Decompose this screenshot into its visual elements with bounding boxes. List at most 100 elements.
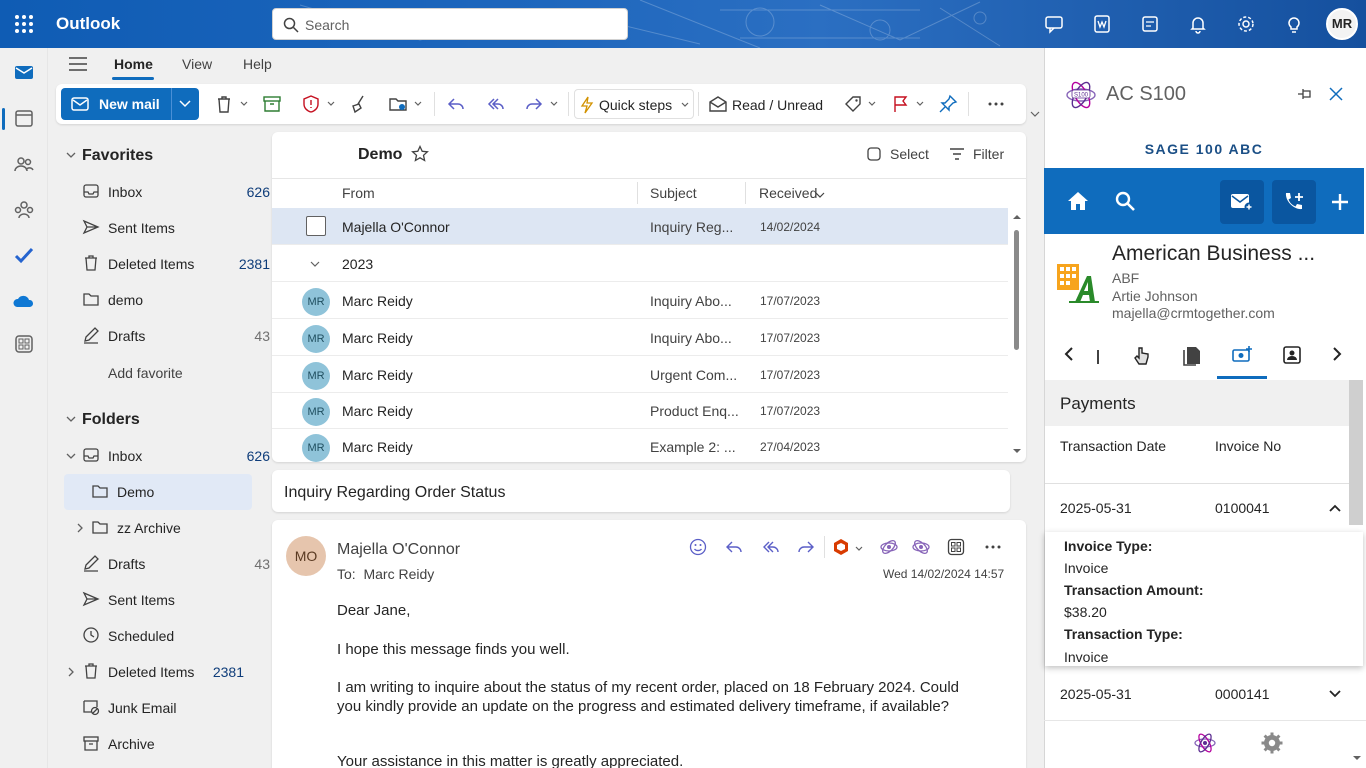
account-avatar[interactable]: MR bbox=[1326, 8, 1358, 40]
message-row[interactable]: MR Marc Reidy Inquiry Abo... 17/07/2023 bbox=[272, 319, 1008, 356]
tab-view[interactable]: View bbox=[182, 56, 212, 72]
tag-icon[interactable] bbox=[843, 94, 863, 114]
folder-item-sent[interactable]: Sent Items bbox=[82, 582, 270, 618]
onedrive-icon[interactable] bbox=[12, 290, 36, 314]
addin-settings-gear-icon[interactable] bbox=[1261, 732, 1283, 754]
tag-chevron-icon[interactable] bbox=[868, 100, 876, 108]
column-divider[interactable] bbox=[745, 182, 746, 204]
addin-chevron-icon[interactable] bbox=[855, 545, 863, 553]
add-favorite-link[interactable]: Add favorite bbox=[108, 365, 183, 381]
folder-item-archive[interactable]: Archive bbox=[82, 726, 270, 762]
column-header-subject[interactable]: Subject bbox=[650, 185, 697, 201]
favorite-item-drafts[interactable]: Drafts 43 bbox=[82, 318, 270, 354]
payments-tab-icon[interactable] bbox=[1231, 344, 1253, 366]
crm-addin-icon-alt[interactable] bbox=[911, 538, 931, 556]
column-header-received[interactable]: Received bbox=[759, 185, 817, 201]
search-box[interactable]: Search bbox=[272, 8, 628, 40]
call-action-button[interactable] bbox=[1272, 180, 1316, 224]
office-addin-icon[interactable] bbox=[832, 538, 850, 556]
message-list-scrollbar[interactable] bbox=[1014, 230, 1019, 350]
search-icon[interactable] bbox=[1114, 190, 1138, 212]
notes-icon[interactable] bbox=[1140, 14, 1160, 34]
company-name[interactable]: American Business ... bbox=[1112, 242, 1315, 266]
close-icon[interactable] bbox=[1328, 86, 1344, 102]
emoji-react-icon[interactable] bbox=[689, 538, 707, 556]
favorite-item-deleted[interactable]: Deleted Items 2381 bbox=[82, 246, 270, 282]
payment-record-collapsed[interactable]: 2025-05-31 0000141 bbox=[1045, 670, 1363, 718]
chevron-right-icon[interactable] bbox=[1331, 346, 1343, 362]
collapse-chevron-up-icon[interactable] bbox=[1329, 504, 1341, 512]
row-checkbox[interactable] bbox=[306, 216, 326, 236]
favorites-chevron-icon[interactable] bbox=[66, 151, 76, 159]
filter-icon[interactable] bbox=[949, 146, 965, 162]
zz-archive-expand-chevron-icon[interactable] bbox=[76, 523, 84, 533]
message-row[interactable]: MR Marc Reidy Example 2: ... 27/04/2023 bbox=[272, 428, 1008, 465]
message-row[interactable]: MR Marc Reidy Product Enq... 17/07/2023 bbox=[272, 392, 1008, 429]
tab-home[interactable]: Home bbox=[114, 56, 153, 72]
forward-icon[interactable] bbox=[797, 538, 815, 556]
move-chevron-icon[interactable] bbox=[414, 100, 422, 108]
folder-item-drafts[interactable]: Drafts 43 bbox=[82, 546, 270, 582]
favorites-header[interactable]: Favorites bbox=[82, 147, 153, 165]
sender-avatar[interactable]: MO bbox=[286, 536, 326, 576]
read-unread-button[interactable]: Read / Unread bbox=[732, 97, 823, 113]
delete-chevron-icon[interactable] bbox=[240, 100, 248, 108]
contact-name[interactable]: Artie Johnson bbox=[1112, 288, 1198, 304]
expand-chevron-down-icon[interactable] bbox=[1329, 690, 1341, 698]
select-icon[interactable] bbox=[866, 146, 882, 162]
payment-record-expanded[interactable]: 2025-05-31 0100041 bbox=[1045, 484, 1349, 532]
star-favorite-icon[interactable] bbox=[411, 145, 429, 163]
todo-icon[interactable] bbox=[12, 244, 36, 268]
archive-icon[interactable] bbox=[262, 94, 282, 114]
message-row[interactable]: MR Marc Reidy Inquiry Abo... 17/07/2023 bbox=[272, 282, 1008, 319]
word-icon[interactable] bbox=[1092, 14, 1112, 34]
forward-chevron-icon[interactable] bbox=[550, 100, 558, 108]
documents-icon[interactable] bbox=[1181, 344, 1203, 366]
reply-all-icon[interactable] bbox=[761, 538, 779, 556]
pin-icon[interactable] bbox=[938, 94, 958, 114]
scroll-up-arrow-icon[interactable] bbox=[1012, 213, 1022, 221]
filter-button[interactable]: Filter bbox=[973, 146, 1004, 162]
apps-icon[interactable] bbox=[947, 538, 965, 556]
quick-steps-button[interactable]: Quick steps bbox=[574, 89, 694, 119]
bell-icon[interactable] bbox=[1188, 14, 1208, 34]
flag-chevron-icon[interactable] bbox=[916, 100, 924, 108]
add-icon[interactable] bbox=[1330, 192, 1350, 212]
select-button[interactable]: Select bbox=[890, 146, 929, 162]
deleted-expand-chevron-icon[interactable] bbox=[67, 667, 75, 677]
favorite-item-sent[interactable]: Sent Items bbox=[82, 210, 270, 246]
calendar-icon[interactable] bbox=[12, 106, 36, 130]
sweep-broom-icon[interactable] bbox=[349, 94, 369, 114]
more-actions-icon[interactable] bbox=[984, 538, 1002, 556]
email-action-button[interactable] bbox=[1220, 180, 1264, 224]
touch-hand-icon[interactable] bbox=[1131, 344, 1151, 366]
move-to-folder-icon[interactable] bbox=[388, 94, 408, 114]
chevron-down-icon[interactable] bbox=[179, 100, 191, 108]
report-shield-icon[interactable] bbox=[301, 94, 321, 114]
folder-item-demo[interactable]: Demo bbox=[91, 474, 251, 510]
more-options-icon[interactable] bbox=[986, 94, 1006, 114]
contact-email[interactable]: majella@crmtogether.com bbox=[1112, 305, 1275, 321]
more-apps-icon[interactable] bbox=[12, 332, 36, 356]
reply-all-icon[interactable] bbox=[485, 94, 505, 114]
ribbon-expand-chevron-icon[interactable] bbox=[1030, 110, 1040, 118]
folder-item-scheduled[interactable]: Scheduled bbox=[82, 618, 270, 654]
inbox-expand-chevron-icon[interactable] bbox=[66, 452, 76, 460]
chat-icon[interactable] bbox=[1044, 14, 1064, 34]
crm-addin-icon[interactable] bbox=[879, 538, 899, 556]
message-row-selected[interactable]: Majella O'Connor Inquiry Reg... 14/02/20… bbox=[272, 208, 1008, 245]
favorite-item-demo[interactable]: demo bbox=[82, 282, 270, 318]
folder-item-deleted[interactable]: Deleted Items 2381 bbox=[82, 654, 244, 690]
forward-icon[interactable] bbox=[524, 94, 544, 114]
quick-steps-chevron-icon[interactable] bbox=[681, 101, 689, 109]
folder-item-zz-archive[interactable]: zz Archive bbox=[91, 510, 251, 546]
favorite-item-inbox[interactable]: Inbox 626 bbox=[82, 174, 270, 210]
flag-icon[interactable] bbox=[890, 94, 910, 114]
mail-icon[interactable] bbox=[12, 60, 36, 84]
people-icon[interactable] bbox=[12, 152, 36, 176]
groups-icon[interactable] bbox=[12, 198, 36, 222]
column-divider[interactable] bbox=[637, 182, 638, 204]
addin-scroll-down-arrow-icon[interactable] bbox=[1352, 754, 1362, 762]
pin-pane-icon[interactable] bbox=[1296, 86, 1314, 102]
message-recipient[interactable]: Marc Reidy bbox=[363, 566, 434, 582]
